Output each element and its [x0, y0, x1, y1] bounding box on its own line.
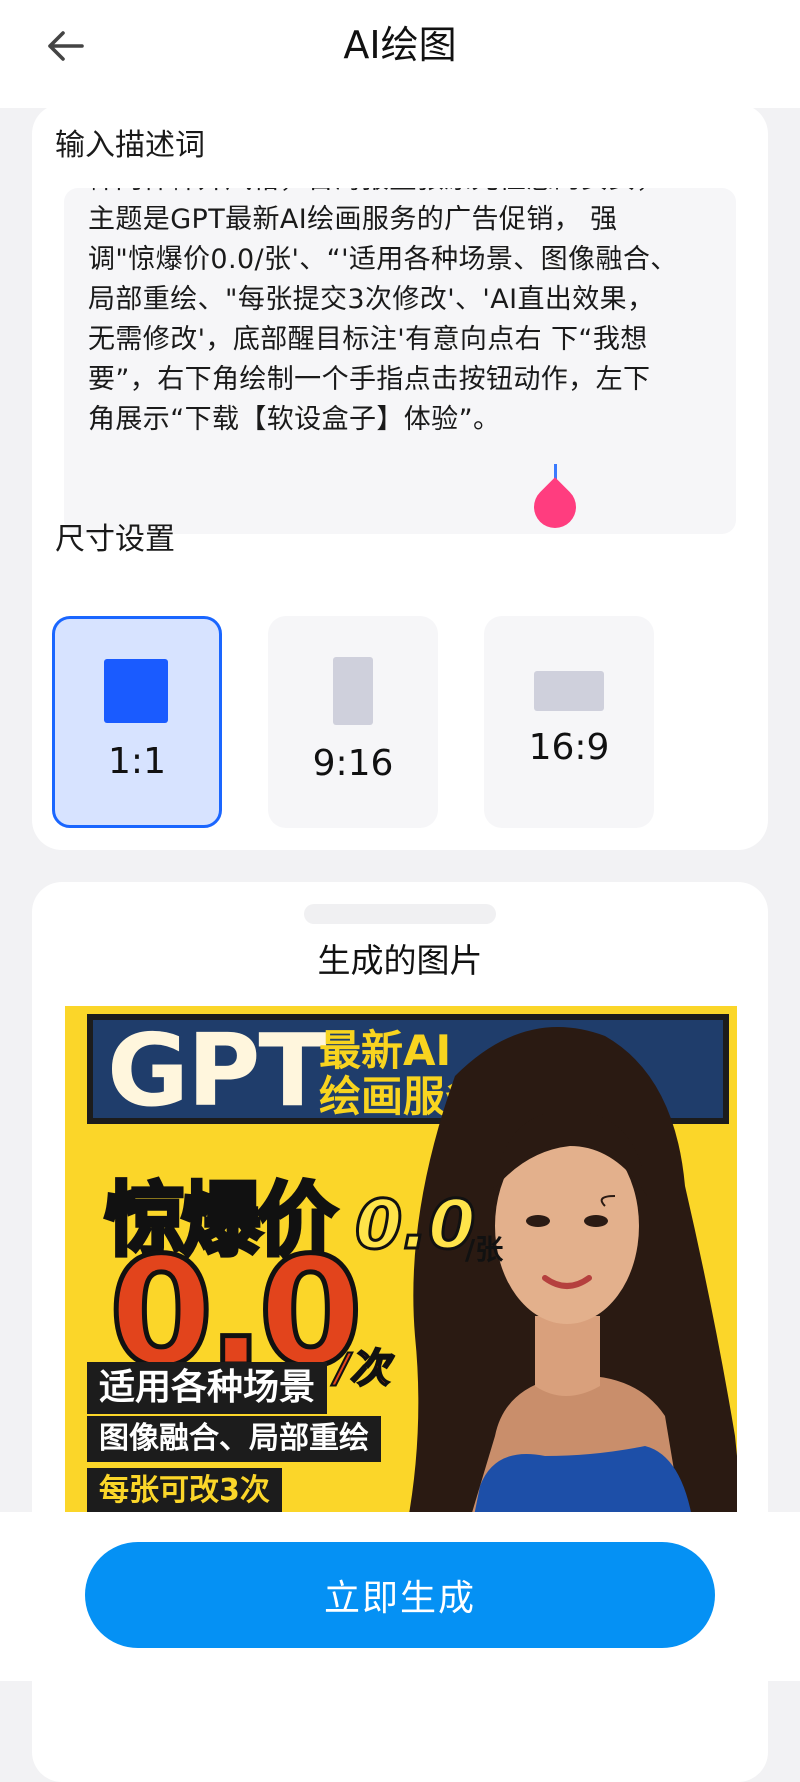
poster-gpt-text: GPT: [107, 1012, 327, 1129]
prompt-input[interactable]: 幛门样幛开风格，台海报整张原光性感的女女， 主题是GPT最新AI绘画服务的广告促…: [64, 188, 736, 534]
size-option-16-9[interactable]: 16:9: [484, 616, 654, 828]
poster-tag: 图像融合、局部重绘: [87, 1416, 381, 1462]
text-selection-handle[interactable]: [525, 477, 585, 534]
prompt-line: 调"惊爆价0.0/张'、“'适用各种场景、图像融合、: [88, 244, 678, 275]
poster-small-unit: /张: [465, 1233, 504, 1266]
settings-card: 输入描述词 幛门样幛开风格，台海报整张原光性感的女女， 主题是GPT最新AI绘画…: [32, 104, 768, 850]
drag-handle[interactable]: [304, 904, 496, 924]
generated-image[interactable]: GPT 最新AI 绘画服务 惊爆价 0.0 /张 0.0 /次 适用各种场景 图…: [65, 1006, 737, 1526]
prompt-line: 无需修改'，底部醒目标注'有意向点右 下“我想: [88, 324, 648, 355]
prompt-line: 局部重绘、"每张提交3次修改'、'AI直出效果，: [88, 284, 655, 315]
size-section-label: 尺寸设置: [55, 522, 175, 557]
top-app-bar: AI绘图: [0, 0, 800, 108]
poster-model-illustration: [406, 1027, 737, 1526]
size-option-label: 16:9: [528, 727, 610, 768]
prompt-text: 幛门样幛开风格，台海报整张原光性感的女女， 主题是GPT最新AI绘画服务的广告促…: [88, 188, 704, 440]
poster-tag: 每张可改3次: [87, 1468, 282, 1514]
prompt-line: 角展示“下载【软设盒子】体验”。: [88, 404, 501, 435]
portrait-ratio-icon: [333, 657, 373, 725]
size-option-label: 9:16: [312, 743, 394, 784]
poster-small-price: 0.0: [353, 1185, 476, 1267]
page-title: AI绘图: [343, 23, 457, 67]
size-option-label: 1:1: [108, 741, 166, 782]
generate-button[interactable]: 立即生成: [85, 1542, 715, 1648]
square-ratio-icon: [104, 659, 168, 723]
poster-big-unit: /次: [334, 1345, 391, 1393]
prompt-line: 幛门样幛开风格，台海报整张原光性感的女女，: [88, 188, 704, 200]
prompt-section-label: 输入描述词: [55, 128, 205, 163]
prompt-line: 要”，右下角绘制一个手指点击按钮动作，左下: [88, 364, 651, 395]
landscape-ratio-icon: [534, 671, 604, 711]
size-option-1-1[interactable]: 1:1: [52, 616, 222, 828]
prompt-line: 主题是GPT最新AI绘画服务的广告促销， 强: [88, 204, 618, 235]
bottom-action-bar: 立即生成: [0, 1512, 800, 1681]
size-option-9-16[interactable]: 9:16: [268, 616, 438, 828]
result-title: 生成的图片: [317, 941, 483, 980]
poster-tag: 适用各种场景: [87, 1362, 328, 1414]
